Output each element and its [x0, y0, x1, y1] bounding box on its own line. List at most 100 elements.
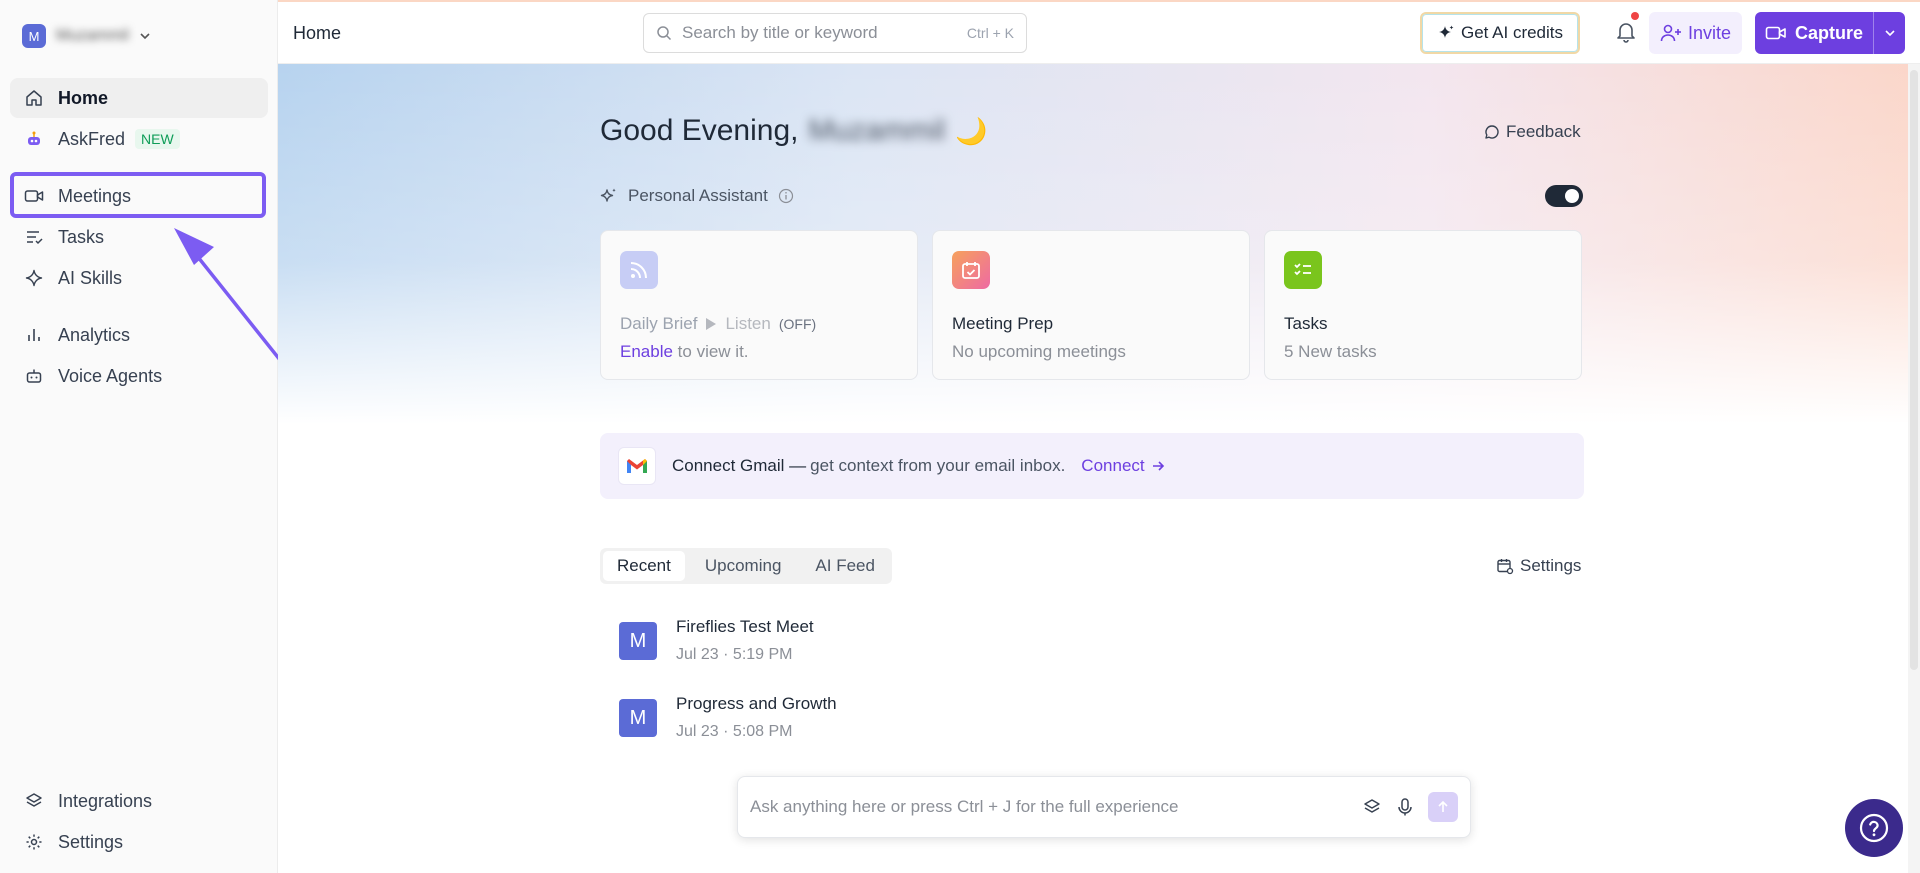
workspace-avatar: M: [22, 24, 46, 48]
tasks-card-title: Tasks: [1284, 314, 1328, 333]
video-camera-icon: [1765, 24, 1787, 42]
sidebar-item-meetings[interactable]: Meetings: [10, 176, 268, 216]
meeting-time: 5:08 PM: [732, 723, 793, 740]
rss-feed-icon: [620, 251, 658, 289]
meeting-info: Fireflies Test Meet Jul 23 · 5:19 PM: [676, 617, 814, 664]
arrow-up-icon: [1436, 800, 1450, 814]
send-button[interactable]: [1428, 792, 1458, 822]
ask-input[interactable]: [750, 797, 1348, 817]
meeting-settings-button[interactable]: Settings: [1496, 556, 1581, 576]
invite-label: Invite: [1687, 22, 1732, 43]
capture-label: Capture: [1795, 22, 1864, 43]
sidebar-item-label: Home: [58, 87, 109, 108]
help-button[interactable]: [1845, 799, 1903, 857]
chevron-down-icon: [139, 30, 151, 42]
sidebar-item-integrations[interactable]: Integrations: [10, 781, 268, 821]
task-list-icon: [1284, 251, 1322, 289]
sidebar-item-label: Tasks: [58, 226, 105, 247]
meeting-title[interactable]: Progress and Growth: [676, 694, 837, 714]
invite-button[interactable]: Invite: [1649, 12, 1742, 54]
video-camera-icon: [24, 186, 44, 206]
layers-icon[interactable]: [1362, 797, 1382, 817]
tab-ai-feed[interactable]: AI Feed: [801, 551, 889, 581]
avatar: M: [619, 622, 657, 660]
sidebar-item-settings[interactable]: Settings: [10, 822, 268, 862]
question-mark-icon: [1858, 812, 1890, 844]
tab-upcoming[interactable]: Upcoming: [691, 551, 796, 581]
sparkle-icon: [600, 187, 618, 205]
sidebar-item-label: AskFred: [58, 128, 126, 149]
search-shortcut: Ctrl + K: [966, 25, 1014, 41]
tab-recent[interactable]: Recent: [603, 551, 685, 581]
get-ai-credits-button[interactable]: Get AI credits: [1420, 12, 1580, 54]
meeting-info: Progress and Growth Jul 23 · 5:08 PM: [676, 694, 837, 741]
meeting-prep-title: Meeting Prep: [952, 314, 1054, 333]
sidebar-item-label: Settings: [58, 831, 124, 852]
listen-status: (OFF): [778, 316, 817, 332]
ask-bar: [737, 776, 1471, 838]
meeting-date: Jul 23: [676, 723, 719, 740]
notification-dot: [1631, 12, 1639, 20]
sidebar-item-askfred[interactable]: AskFred NEW: [10, 119, 268, 159]
capture-dropdown-toggle[interactable]: [1873, 12, 1905, 54]
scrollbar[interactable]: [1908, 64, 1920, 873]
sidebar-item-label: Meetings: [58, 185, 132, 206]
chat-bubble-icon: [1484, 124, 1500, 140]
sparkle-icon: [24, 268, 44, 288]
meeting-time: 5:19 PM: [732, 646, 793, 663]
notification-bell-icon[interactable]: [1616, 21, 1636, 43]
get-ai-credits-label: Get AI credits: [1460, 23, 1564, 42]
breadcrumb: Home: [293, 23, 342, 43]
scrollbar-thumb[interactable]: [1910, 70, 1918, 670]
meeting-prep-card[interactable]: Meeting Prep No upcoming meetings: [932, 230, 1250, 380]
daily-brief-title: Daily Brief: [620, 314, 698, 333]
meetings-tabs: Recent Upcoming AI Feed: [600, 548, 892, 584]
capture-button[interactable]: Capture: [1755, 12, 1905, 54]
personal-assistant-toggle[interactable]: [1545, 185, 1583, 207]
search-box[interactable]: Ctrl + K: [643, 13, 1027, 53]
sidebar-item-label: Integrations: [58, 790, 153, 811]
play-icon[interactable]: [705, 317, 717, 331]
calendar-settings-icon: [1496, 557, 1514, 575]
tasks-card[interactable]: Tasks 5 New tasks: [1264, 230, 1582, 380]
capture-main-button[interactable]: Capture: [1755, 12, 1873, 54]
info-icon[interactable]: [778, 188, 794, 204]
layers-icon: [24, 791, 44, 811]
listen-label[interactable]: Listen: [725, 314, 770, 334]
workspace-switcher[interactable]: M Muzammil: [22, 24, 151, 48]
meeting-title[interactable]: Fireflies Test Meet: [676, 617, 814, 637]
enable-desc: to view it.: [677, 342, 749, 361]
robot-icon: [24, 129, 44, 149]
toggle-knob: [1565, 189, 1579, 203]
list-item[interactable]: M Fireflies Test Meet Jul 23 · 5:19 PM: [619, 617, 814, 664]
new-badge: NEW: [135, 129, 180, 149]
sidebar: M Muzammil Home AskFred NEW Meetings Tas…: [0, 0, 278, 873]
gear-icon: [24, 832, 44, 852]
sidebar-item-label: AI Skills: [58, 267, 123, 288]
daily-brief-title-row: Daily Brief Listen (OFF): [620, 314, 816, 334]
gmail-title: Connect Gmail —: [672, 456, 807, 475]
feedback-button[interactable]: Feedback: [1484, 122, 1581, 142]
greeting-heading: Good Evening, Muzammil 🌙: [600, 114, 988, 148]
enable-link[interactable]: Enable: [620, 342, 673, 361]
microphone-icon[interactable]: [1396, 797, 1414, 817]
meeting-time-row: Jul 23 · 5:19 PM: [676, 646, 793, 663]
sidebar-item-home[interactable]: Home: [10, 78, 268, 118]
add-user-icon: [1660, 24, 1682, 42]
connect-gmail-link[interactable]: Connect: [1081, 456, 1164, 476]
daily-brief-sub: Enable to view it.: [620, 342, 749, 362]
settings-label: Settings: [1520, 556, 1582, 575]
moon-emoji: 🌙: [955, 115, 988, 146]
list-item[interactable]: M Progress and Growth Jul 23 · 5:08 PM: [619, 694, 837, 741]
greeting-text: Good Evening,: [600, 114, 799, 147]
connect-gmail-banner: Connect Gmail — get context from your em…: [600, 433, 1584, 499]
sidebar-item-label: Voice Agents: [58, 365, 163, 386]
bar-chart-icon: [24, 325, 44, 345]
home-icon: [24, 88, 44, 108]
daily-brief-card[interactable]: Daily Brief Listen (OFF) Enable to view …: [600, 230, 918, 380]
search-input[interactable]: [682, 23, 957, 43]
main-content: Good Evening, Muzammil 🌙 Feedback Person…: [278, 64, 1920, 873]
sidebar-item-label: Analytics: [58, 324, 131, 345]
calendar-check-icon: [952, 251, 990, 289]
connect-label: Connect: [1081, 456, 1145, 475]
